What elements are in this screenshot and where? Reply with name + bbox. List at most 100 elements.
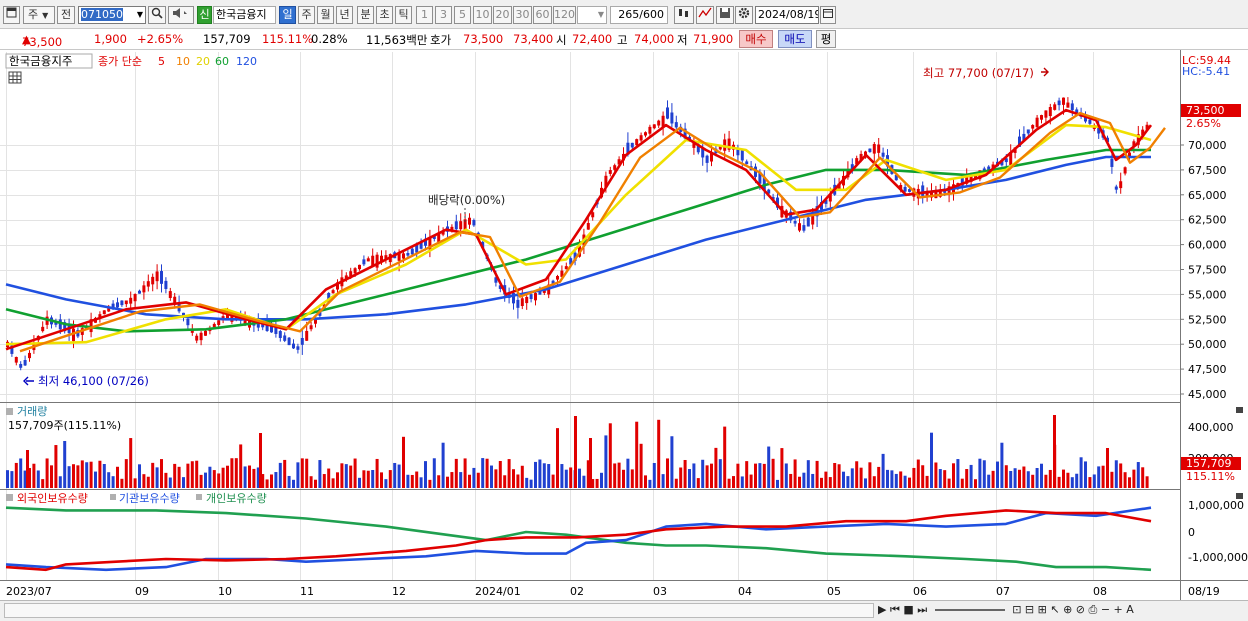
chevron-down-icon: ▼: [42, 11, 49, 20]
candle: [586, 223, 590, 230]
buy-button[interactable]: 매수: [739, 30, 773, 48]
period-second-tab[interactable]: 초: [376, 6, 393, 24]
period-year-tab[interactable]: 년: [336, 6, 353, 24]
calendar-icon[interactable]: [820, 6, 836, 24]
volume-bar: [1018, 469, 1021, 488]
candle: [525, 296, 529, 304]
volume-bar: [705, 465, 709, 488]
period-month-tab[interactable]: 월: [317, 6, 334, 24]
volume-bar: [287, 475, 291, 488]
volume-bar: [538, 459, 542, 488]
legend-foreign-holdings: 외국인보유수량: [17, 492, 88, 505]
minute-20-button[interactable]: 20: [493, 6, 512, 24]
stock-code-field[interactable]: 071050 ▼: [78, 6, 146, 24]
minute-5-button[interactable]: 5: [454, 6, 471, 24]
count-field[interactable]: 265/600: [610, 6, 668, 24]
mode-select[interactable]: 주 ▼: [23, 6, 55, 24]
window-icon[interactable]: [3, 6, 20, 24]
volume-bar: [776, 479, 779, 488]
first-page-icon[interactable]: ⏮: [890, 603, 900, 616]
volume-bar: [710, 463, 713, 488]
volume-bar: [63, 440, 67, 488]
zoom-slider[interactable]: [934, 609, 1005, 611]
date-field[interactable]: 2024/08/19: [755, 6, 819, 24]
candle: [116, 302, 119, 308]
minute-120-button[interactable]: 120: [553, 6, 576, 24]
compare-icon[interactable]: ⊘: [1076, 603, 1085, 616]
volume-bar: [252, 468, 256, 488]
price-change-percent: +2.65%: [137, 32, 184, 46]
volume-bar: [1119, 463, 1123, 488]
volume-value: 157,709: [203, 32, 251, 46]
volume-ratio: 115.11%: [262, 32, 314, 46]
average-button[interactable]: 평: [816, 30, 836, 48]
x-axis-label: 05: [827, 585, 841, 598]
volume-bar: [182, 477, 185, 488]
x-axis-label: 07: [996, 585, 1010, 598]
volume-bar: [89, 461, 93, 488]
zoom-in-icon[interactable]: +: [1114, 603, 1123, 616]
candle: [186, 318, 190, 326]
draw-tool-icon[interactable]: [696, 6, 714, 24]
cursor-icon[interactable]: ↖: [1050, 603, 1059, 616]
zoom-out-icon[interactable]: −: [1101, 603, 1110, 616]
minute-30-button[interactable]: 30: [513, 6, 532, 24]
volume-bar: [934, 462, 938, 488]
panel-close-icon[interactable]: [1236, 407, 1243, 413]
chart-type-icon[interactable]: [674, 6, 694, 24]
split-icon[interactable]: ⊟: [1025, 603, 1034, 616]
volume-bar: [419, 477, 423, 488]
minute-60-button[interactable]: 60: [533, 6, 552, 24]
candle: [402, 253, 405, 259]
crosshair-icon[interactable]: ⊕: [1063, 603, 1072, 616]
mode-label: 주: [28, 8, 39, 21]
candle: [454, 221, 458, 230]
minute-3-button[interactable]: 3: [435, 6, 452, 24]
candle: [670, 112, 674, 124]
layout-icon[interactable]: ⊡: [1012, 603, 1021, 616]
volume-bar: [784, 463, 788, 488]
volume-bar: [230, 458, 234, 488]
volume-bar: [300, 458, 304, 488]
gear-icon[interactable]: [735, 6, 753, 24]
period-tick-tab[interactable]: 틱: [395, 6, 412, 24]
volume-bar: [116, 466, 119, 488]
volume-bar: [177, 466, 181, 488]
tile-icon[interactable]: ⊞: [1038, 603, 1047, 616]
minute-10-button[interactable]: 10: [473, 6, 492, 24]
volume-bar: [943, 470, 947, 488]
candle: [1048, 107, 1052, 117]
pause-icon[interactable]: ■: [903, 603, 913, 616]
custom-period-select[interactable]: ▼: [577, 6, 607, 24]
save-icon[interactable]: [716, 6, 734, 24]
candle: [534, 293, 537, 301]
volume-bar: [142, 474, 146, 488]
table-toggle-icon[interactable]: [8, 71, 22, 84]
candle: [1062, 97, 1065, 105]
candle: [168, 291, 172, 299]
type-button[interactable]: 전: [57, 6, 75, 24]
last-page-icon[interactable]: ⏭: [917, 603, 927, 616]
stock-chart[interactable]: 70,000 67,500 65,000 62,500 60,000 57,500 55,0…: [0, 50, 1248, 621]
chart-scrollbar-track[interactable]: [4, 603, 874, 618]
search-icon[interactable]: [148, 6, 166, 24]
font-icon[interactable]: A: [1126, 603, 1134, 616]
period-minute-tab[interactable]: 분: [357, 6, 374, 24]
candle: [705, 155, 709, 163]
play-icon[interactable]: ▶: [878, 603, 886, 616]
print-icon[interactable]: ⎙: [1089, 603, 1098, 616]
volume-bar: [481, 458, 485, 488]
volume-bar: [10, 471, 14, 488]
period-week-tab[interactable]: 주: [298, 6, 315, 24]
volume-bar: [802, 472, 806, 488]
sell-button[interactable]: 매도: [778, 30, 812, 48]
period-day-tab[interactable]: 일: [279, 6, 296, 24]
volume-bar: [19, 458, 23, 488]
volume-bar: [916, 459, 920, 488]
speaker-icon[interactable]: [168, 6, 194, 24]
candle: [1035, 117, 1039, 128]
price-axis-label: 70,000: [1188, 139, 1227, 152]
minute-1-button[interactable]: 1: [416, 6, 433, 24]
volume-bar: [771, 458, 775, 488]
volume-bar: [133, 478, 137, 488]
